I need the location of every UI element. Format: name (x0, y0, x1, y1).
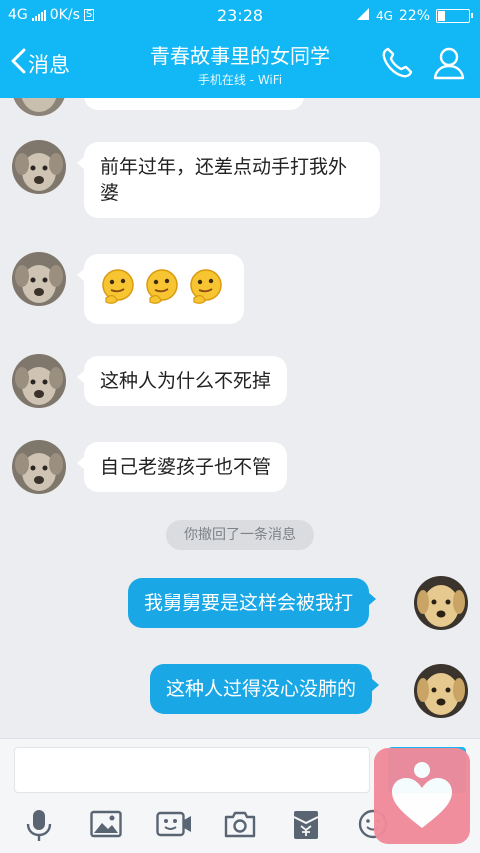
battery-percent: 22% (398, 8, 430, 24)
message-bubble[interactable]: 前年过年，还差点动手打我外婆 (77, 142, 380, 218)
profile-button[interactable] (432, 46, 466, 84)
red-packet-button[interactable] (292, 809, 320, 845)
message-bubble[interactable]: 这种人为什么不死掉 (76, 356, 288, 406)
online-status: 手机在线 - WiFi (197, 73, 283, 87)
contact-avatar[interactable] (12, 440, 66, 494)
chat-area[interactable]: 前年过年，还差点动手打我外婆 这种人为什么不死掉 自己老婆孩子也不管 你撤回了一… (0, 98, 480, 738)
message-bubble[interactable]: 自己老婆孩子也不管 (76, 442, 288, 492)
contact-avatar[interactable] (12, 354, 66, 408)
microphone-icon (24, 810, 54, 847)
signal-strength-icon (356, 7, 370, 25)
red-packet-icon (292, 811, 320, 845)
contact-avatar[interactable] (12, 140, 66, 194)
image-icon (90, 810, 122, 843)
phone-icon (380, 47, 414, 84)
heart-icon (374, 762, 470, 848)
message-bubble-partial[interactable] (84, 98, 304, 110)
thinking-emoji-icon (144, 268, 180, 313)
chevron-left-icon (10, 48, 26, 79)
camera-icon (224, 811, 256, 843)
contact-avatar[interactable] (12, 252, 66, 306)
status-right: 4G 22% (356, 7, 473, 25)
image-button[interactable] (90, 809, 122, 843)
call-button[interactable] (380, 46, 414, 84)
back-button[interactable]: 消息 (10, 48, 70, 79)
my-message-bubble[interactable]: 我舅舅要是这样会被我打 (128, 578, 377, 628)
user-icon (432, 47, 466, 84)
thinking-emoji-icon (188, 268, 224, 313)
chat-header: 消息 青春故事里的女同学 手机在线 - WiFi (0, 32, 480, 98)
title-block: 青春故事里的女同学 手机在线 - WiFi (100, 40, 380, 88)
emoji-message-bubble[interactable] (77, 254, 244, 324)
back-label: 消息 (28, 52, 70, 77)
status-bar: 4G 0K/s S 23:28 4G 22% (0, 0, 480, 32)
my-avatar[interactable] (414, 664, 468, 718)
voice-button[interactable] (24, 809, 54, 847)
message-input[interactable] (14, 747, 370, 793)
contact-name: 青春故事里的女同学 (150, 44, 330, 68)
battery-icon (436, 9, 473, 23)
recall-notice: 你撤回了一条消息 (166, 520, 314, 550)
camera-button[interactable] (224, 809, 256, 843)
network-type-right: 4G (375, 9, 393, 23)
my-avatar[interactable] (414, 576, 468, 630)
video-icon (156, 811, 192, 843)
my-message-bubble[interactable]: 这种人过得没心没肺的 (150, 664, 380, 714)
floating-heart-button[interactable] (374, 748, 470, 844)
thinking-emoji-icon (100, 268, 136, 313)
video-call-button[interactable] (156, 809, 192, 843)
contact-avatar[interactable] (12, 98, 66, 116)
